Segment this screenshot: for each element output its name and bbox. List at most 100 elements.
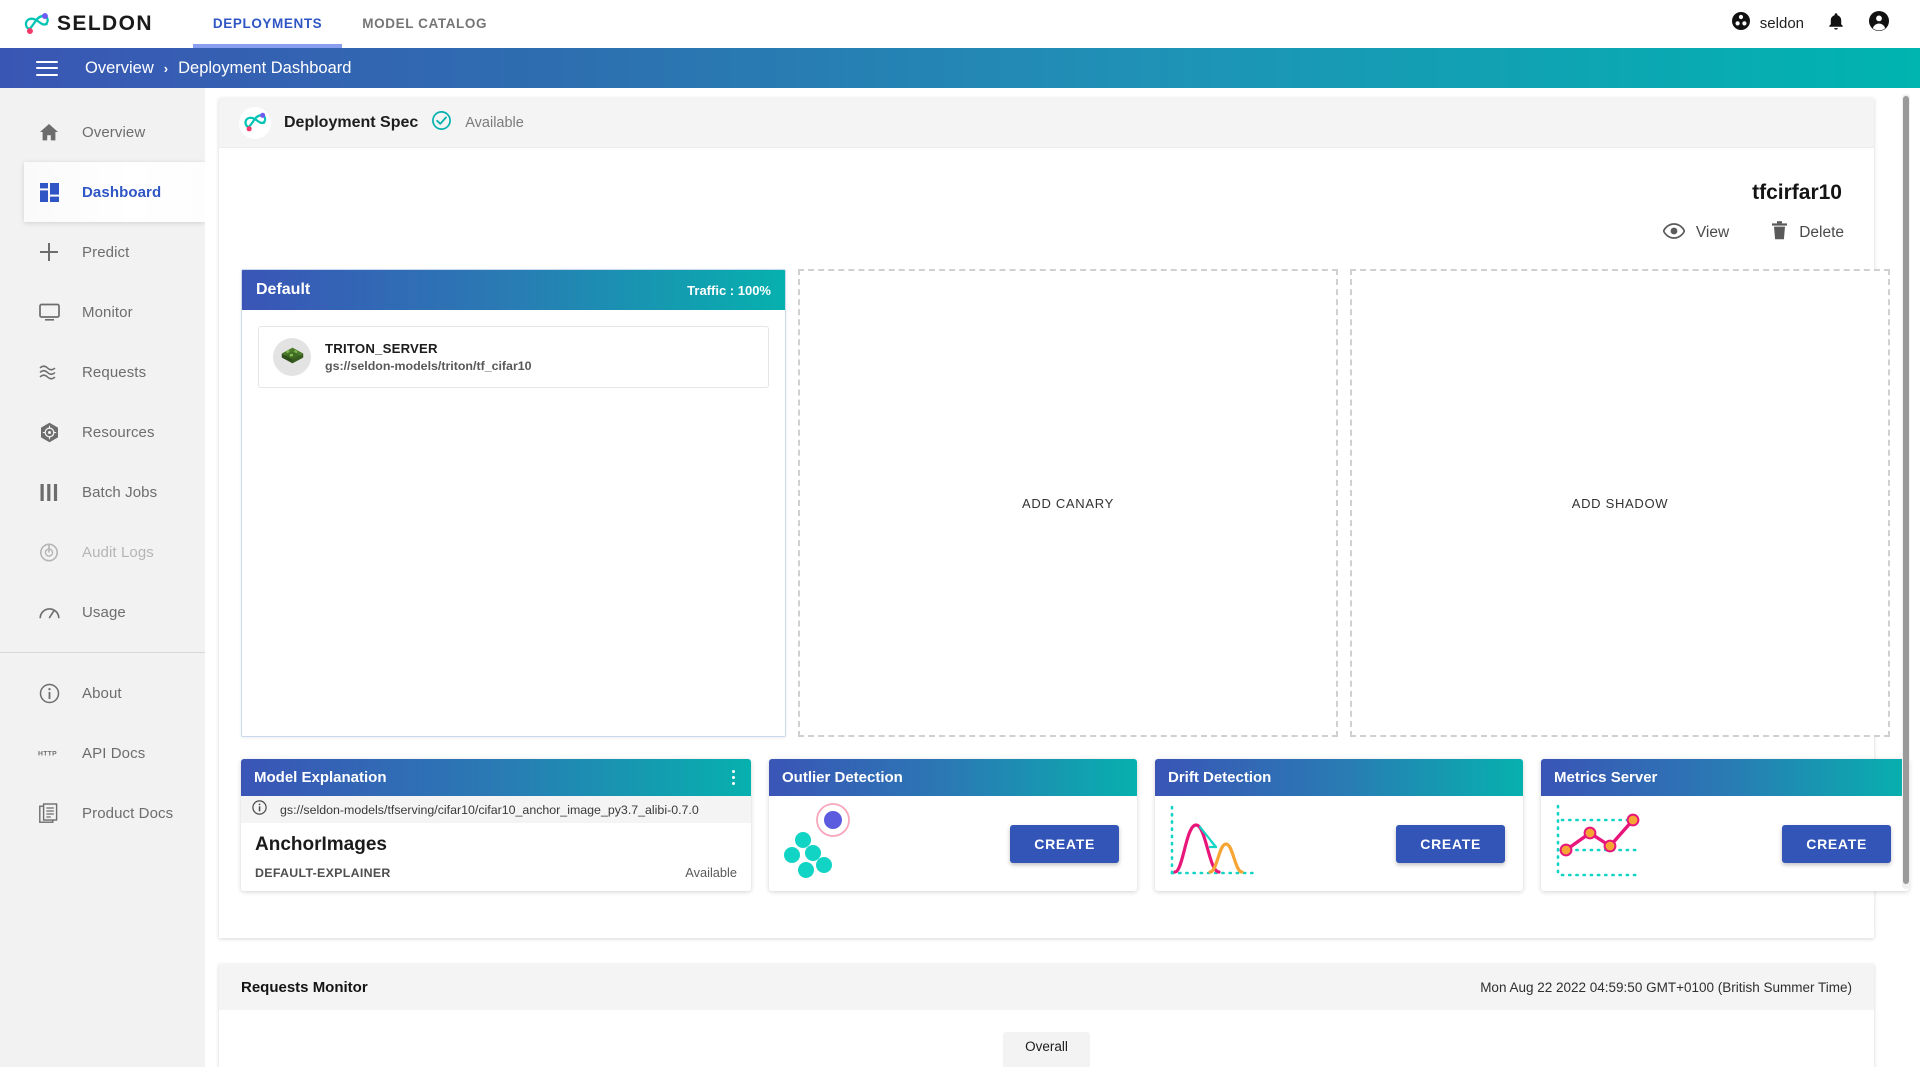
model-explanation-body: AnchorImages DEFAULT-EXPLAINER Available (241, 823, 751, 880)
view-button[interactable]: View (1662, 221, 1730, 245)
sidebar-divider (0, 652, 205, 653)
sidebar-item-about[interactable]: About (0, 663, 205, 723)
requests-monitor-title: Requests Monitor (241, 978, 368, 996)
bars-icon (38, 481, 60, 503)
seldon-mark-icon (239, 106, 271, 139)
requests-monitor-body: Overall (219, 1010, 1874, 1067)
add-shadow-slot[interactable]: ADD SHADOW (1350, 269, 1890, 737)
vertical-scrollbar[interactable] (1902, 94, 1910, 889)
metrics-create-button[interactable]: CREATE (1782, 824, 1891, 863)
outlier-scatter-icon (781, 802, 871, 885)
bell-icon (1826, 11, 1846, 37)
breadcrumb-item-deployment-dashboard[interactable]: Deployment Dashboard (178, 59, 351, 78)
user-name: seldon (1759, 15, 1804, 32)
model-explanation-uri: gs://seldon-models/tfserving/cifar10/cif… (280, 802, 699, 817)
add-canary-label: ADD CANARY (1021, 495, 1114, 511)
component-cards-row: Model Explanation gs://seldon-models/tfs… (241, 759, 1909, 891)
metrics-server-body: CREATE (1541, 796, 1909, 891)
sidebar-item-label: Audit Logs (82, 543, 154, 561)
model-explanation-uri-strip: gs://seldon-models/tfserving/cifar10/cif… (241, 796, 751, 823)
drift-detection-card: Drift Detection CREATE (1155, 759, 1523, 891)
info-circle-icon (38, 682, 60, 704)
metrics-server-title: Metrics Server (1554, 769, 1658, 786)
seldon-logo-icon (22, 10, 52, 38)
tab-model-catalog[interactable]: MODEL CATALOG (342, 0, 507, 48)
predictor-traffic: Traffic : 100% (687, 282, 771, 298)
model-uri: gs://seldon-models/triton/tf_cifar10 (325, 359, 532, 373)
document-stack-icon (38, 802, 60, 824)
plus-icon (38, 241, 60, 263)
sidebar-item-label: Dashboard (82, 183, 162, 201)
model-explanation-header: Model Explanation (241, 759, 751, 796)
sidebar-item-label: Monitor (82, 303, 133, 321)
drift-curves-icon (1167, 803, 1263, 884)
delete-label: Delete (1799, 224, 1844, 241)
scrollbar-thumb[interactable] (1903, 96, 1909, 884)
outlier-detection-body: CREATE (769, 796, 1137, 891)
drift-create-button[interactable]: CREATE (1396, 824, 1505, 863)
sidebar-item-label: Batch Jobs (82, 483, 158, 501)
default-predictor-card[interactable]: Default Traffic : 100% TRITON_SERVER gs:… (241, 269, 786, 737)
model-row[interactable]: TRITON_SERVER gs://seldon-models/triton/… (258, 326, 769, 388)
sidebar-item-label: About (82, 684, 122, 702)
org-icon (1731, 11, 1751, 36)
sidebar-item-predict[interactable]: Predict (0, 222, 205, 282)
triton-server-icon (273, 338, 311, 376)
main-content: Deployment Spec Available tfcirfar10 Vie… (205, 88, 1920, 1067)
deployment-status-label: Available (465, 114, 524, 131)
explainer-meta: DEFAULT-EXPLAINER Available (255, 865, 737, 880)
brand-name: SELDON (57, 11, 153, 35)
deployment-spec-title: Deployment Spec (284, 113, 419, 131)
sidebar-item-api-docs[interactable]: HTTP API Docs (0, 723, 205, 783)
hamburger-menu-icon[interactable] (36, 56, 58, 80)
sidebar-item-usage[interactable]: Usage (0, 582, 205, 642)
page-title: tfcirfar10 (1752, 181, 1842, 204)
breadcrumb: Overview › Deployment Dashboard (85, 59, 351, 78)
breadcrumb-separator-icon: › (163, 60, 169, 76)
sidebar-item-requests[interactable]: Requests (0, 342, 205, 402)
sidebar-item-label: Predict (82, 243, 130, 261)
predictor-card-header: Default Traffic : 100% (242, 270, 785, 310)
trash-icon (1771, 221, 1788, 245)
model-name: TRITON_SERVER (325, 341, 438, 356)
sidebar-item-dashboard[interactable]: Dashboard (24, 162, 205, 222)
sidebar-item-overview[interactable]: Overview (0, 102, 205, 162)
info-circle-icon (252, 799, 267, 820)
requests-monitor-timestamp: Mon Aug 22 2022 04:59:50 GMT+0100 (Briti… (1480, 979, 1852, 995)
explainer-status: Available (685, 865, 737, 880)
outlier-detection-card: Outlier Detection CREATE (769, 759, 1137, 891)
outlier-create-button[interactable]: CREATE (1010, 824, 1119, 863)
sidebar-item-batch-jobs[interactable]: Batch Jobs (0, 462, 205, 522)
account-button[interactable] (1868, 10, 1890, 37)
primary-tabs: DEPLOYMENTS MODEL CATALOG (192, 0, 507, 48)
home-icon (38, 121, 60, 143)
delete-button[interactable]: Delete (1771, 221, 1844, 245)
notifications-button[interactable] (1826, 11, 1846, 37)
requests-monitor-card: Requests Monitor Mon Aug 22 2022 04:59:5… (219, 964, 1874, 1067)
predictor-title: Default (256, 281, 311, 298)
org-selector[interactable]: seldon (1731, 11, 1804, 36)
sidebar-item-monitor[interactable]: Monitor (0, 282, 205, 342)
sidebar-item-label: Usage (82, 603, 126, 621)
kubernetes-icon (38, 421, 60, 443)
add-canary-slot[interactable]: ADD CANARY (798, 269, 1338, 737)
app-shell: Overview Dashboard Predict Monitor Reque… (0, 88, 1920, 1067)
brand[interactable]: SELDON (22, 10, 153, 38)
tab-deployments[interactable]: DEPLOYMENTS (192, 0, 343, 48)
sidebar-item-product-docs[interactable]: Product Docs (0, 783, 205, 843)
drift-detection-title: Drift Detection (1168, 769, 1272, 786)
kebab-menu-icon[interactable] (729, 766, 738, 789)
add-shadow-label: ADD SHADOW (1571, 495, 1669, 511)
tab-overall[interactable]: Overall (1003, 1032, 1090, 1067)
waves-icon (38, 361, 60, 383)
deployment-spec-header: Deployment Spec Available (219, 98, 1874, 148)
sidebar-item-resources[interactable]: Resources (0, 402, 205, 462)
topnav-right-group: seldon (1731, 10, 1890, 37)
svg-text:HTTP: HTTP (38, 751, 57, 758)
view-label: View (1695, 224, 1730, 241)
requests-monitor-header: Requests Monitor Mon Aug 22 2022 04:59:5… (219, 964, 1874, 1010)
sidebar-item-audit-logs[interactable]: Audit Logs (0, 522, 205, 582)
sidebar-item-label: Resources (82, 423, 155, 441)
metrics-line-icon (1553, 802, 1649, 885)
breadcrumb-item-overview[interactable]: Overview (85, 59, 154, 78)
